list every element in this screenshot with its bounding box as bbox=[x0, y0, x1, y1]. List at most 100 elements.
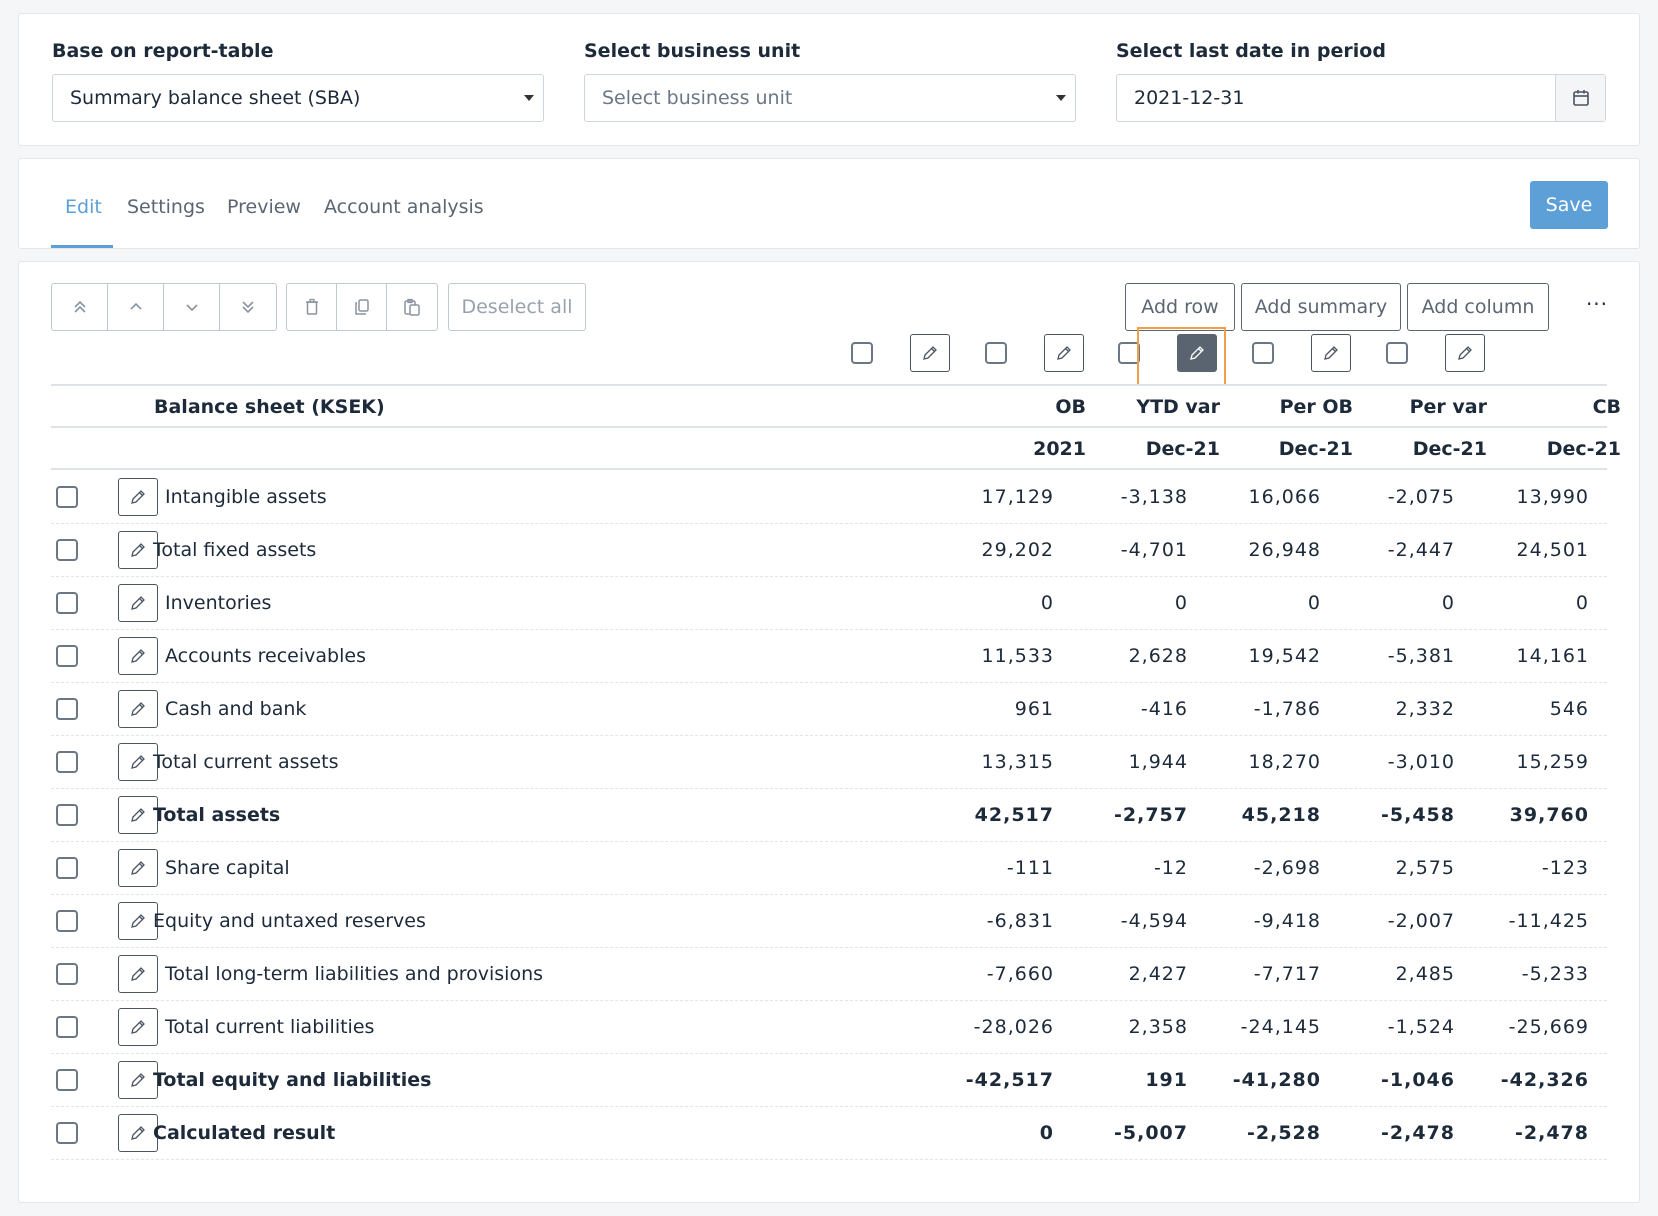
row-edit-button[interactable] bbox=[118, 902, 158, 940]
row-value: 42,517 bbox=[974, 804, 1054, 826]
add-column-button[interactable]: Add column bbox=[1407, 283, 1549, 331]
pencil-icon bbox=[1057, 346, 1071, 360]
column-controls-ob bbox=[851, 334, 950, 372]
row-edit-button[interactable] bbox=[118, 478, 158, 516]
row-edit-button[interactable] bbox=[118, 743, 158, 781]
row-checkbox[interactable] bbox=[56, 645, 78, 667]
row-value: 19,542 bbox=[1248, 645, 1321, 667]
column-checkbox[interactable] bbox=[1386, 342, 1408, 364]
last-date-input[interactable]: 2021-12-31 bbox=[1116, 74, 1606, 122]
row-checkbox[interactable] bbox=[56, 910, 78, 932]
table-row: Calculated result 0 -5,007 -2,528 -2,478 -2,4… bbox=[51, 1107, 1607, 1160]
row-checkbox[interactable] bbox=[56, 539, 78, 561]
row-label: Share capital bbox=[165, 857, 290, 879]
move-down-button[interactable] bbox=[164, 284, 220, 330]
report-table-select[interactable]: Summary balance sheet (SBA) bbox=[52, 74, 544, 122]
report-table-label: Base on report-table bbox=[52, 40, 274, 62]
column-checkbox[interactable] bbox=[985, 342, 1007, 364]
row-edit-button[interactable] bbox=[118, 955, 158, 993]
tab-account-analysis[interactable]: Account analysis bbox=[324, 189, 484, 225]
column-header-per-ob: Per OB bbox=[1279, 396, 1353, 418]
row-value: 14,161 bbox=[1516, 645, 1589, 667]
row-value: -1,524 bbox=[1387, 1016, 1455, 1038]
row-value: 0 bbox=[1307, 592, 1321, 614]
row-value: -2,698 bbox=[1253, 857, 1321, 879]
row-label: Inventories bbox=[165, 592, 272, 614]
row-checkbox[interactable] bbox=[56, 963, 78, 985]
header-divider bbox=[51, 384, 1607, 386]
row-checkbox[interactable] bbox=[56, 1016, 78, 1038]
calendar-button[interactable] bbox=[1555, 75, 1605, 121]
move-to-top-button[interactable] bbox=[52, 284, 108, 330]
last-date-field: Select last date in period 2021-12-31 bbox=[1116, 38, 1606, 122]
row-value: 0 bbox=[1040, 592, 1054, 614]
row-checkbox[interactable] bbox=[56, 1069, 78, 1091]
column-controls-ytd-var bbox=[985, 334, 1084, 372]
row-edit-button[interactable] bbox=[118, 849, 158, 887]
move-to-bottom-button[interactable] bbox=[220, 284, 276, 330]
row-edit-button[interactable] bbox=[118, 1061, 158, 1099]
row-checkbox[interactable] bbox=[56, 698, 78, 720]
column-period-per-ob: Dec-21 bbox=[1278, 438, 1353, 460]
column-period-ob: 2021 bbox=[1033, 438, 1086, 460]
row-edit-button[interactable] bbox=[118, 1114, 158, 1152]
add-summary-button[interactable]: Add summary bbox=[1241, 283, 1401, 331]
column-edit-button[interactable] bbox=[1044, 334, 1084, 372]
row-value: -5,233 bbox=[1521, 963, 1589, 985]
column-edit-button[interactable] bbox=[1445, 334, 1485, 372]
row-value: 191 bbox=[1145, 1069, 1188, 1091]
tab-edit[interactable]: Edit bbox=[65, 189, 102, 225]
row-value: 26,948 bbox=[1248, 539, 1321, 561]
column-checkbox[interactable] bbox=[1252, 342, 1274, 364]
row-value: 29,202 bbox=[981, 539, 1054, 561]
row-value: -111 bbox=[1006, 857, 1054, 879]
row-checkbox[interactable] bbox=[56, 857, 78, 879]
row-edit-button[interactable] bbox=[118, 1008, 158, 1046]
row-edit-button[interactable] bbox=[118, 796, 158, 834]
column-checkbox[interactable] bbox=[851, 342, 873, 364]
row-edit-button[interactable] bbox=[118, 637, 158, 675]
row-value: 16,066 bbox=[1248, 486, 1321, 508]
table-row: Total current liabilities -28,026 2,358 -24… bbox=[51, 1001, 1607, 1054]
row-checkbox[interactable] bbox=[56, 1122, 78, 1144]
paste-button[interactable] bbox=[387, 284, 437, 330]
row-value: 546 bbox=[1549, 698, 1589, 720]
row-value: -4,701 bbox=[1120, 539, 1188, 561]
deselect-all-button[interactable]: Deselect all bbox=[448, 283, 586, 331]
row-value: -5,381 bbox=[1387, 645, 1455, 667]
move-up-button[interactable] bbox=[108, 284, 164, 330]
pencil-icon bbox=[131, 914, 145, 928]
column-edit-button[interactable] bbox=[1311, 334, 1351, 372]
row-value: -2,447 bbox=[1387, 539, 1455, 561]
table-row: Intangible assets 17,129 -3,138 16,066 -2,07… bbox=[51, 471, 1607, 524]
tab-preview[interactable]: Preview bbox=[227, 189, 301, 225]
row-edit-button[interactable] bbox=[118, 531, 158, 569]
tab-settings[interactable]: Settings bbox=[127, 189, 205, 225]
last-date-label: Select last date in period bbox=[1116, 40, 1386, 62]
column-edit-button[interactable] bbox=[910, 334, 950, 372]
table-row: Accounts receivables 11,533 2,628 19,542 -5,… bbox=[51, 630, 1607, 683]
row-checkbox[interactable] bbox=[56, 751, 78, 773]
row-value: 2,485 bbox=[1395, 963, 1455, 985]
row-checkbox[interactable] bbox=[56, 804, 78, 826]
business-unit-select[interactable]: Select business unit bbox=[584, 74, 1076, 122]
row-edit-button[interactable] bbox=[118, 690, 158, 728]
delete-button[interactable] bbox=[287, 284, 337, 330]
table-row: Equity and untaxed reserves -6,831 -4,594 -… bbox=[51, 895, 1607, 948]
header-divider bbox=[51, 426, 1607, 428]
row-checkbox[interactable] bbox=[56, 592, 78, 614]
copy-button[interactable] bbox=[337, 284, 387, 330]
edit-button-group bbox=[286, 283, 438, 331]
row-value: -416 bbox=[1140, 698, 1188, 720]
table-title: Balance sheet (KSEK) bbox=[154, 396, 385, 418]
more-options-icon[interactable]: ··· bbox=[1577, 284, 1617, 328]
row-checkbox[interactable] bbox=[56, 486, 78, 508]
row-value: -2,075 bbox=[1387, 486, 1455, 508]
pencil-icon bbox=[131, 490, 145, 504]
row-label: Total assets bbox=[153, 804, 281, 826]
row-edit-button[interactable] bbox=[118, 584, 158, 622]
pencil-icon bbox=[1458, 346, 1472, 360]
row-label: Total equity and liabilities bbox=[153, 1069, 432, 1091]
save-button[interactable]: Save bbox=[1530, 181, 1608, 229]
add-row-button[interactable]: Add row bbox=[1125, 283, 1235, 331]
